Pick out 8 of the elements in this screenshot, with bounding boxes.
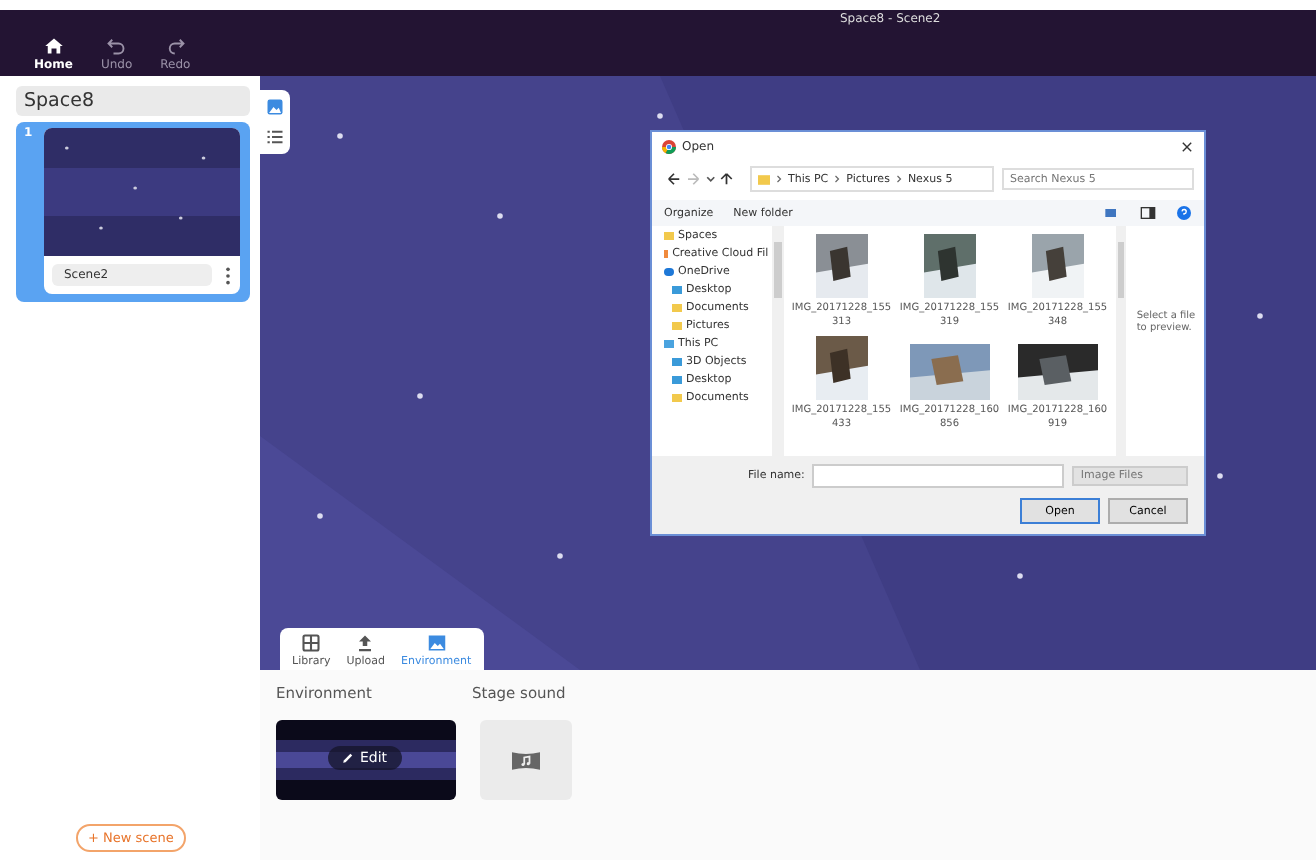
home-icon bbox=[43, 36, 64, 56]
more-icon[interactable] bbox=[224, 265, 232, 285]
stage-sound-button[interactable] bbox=[480, 720, 572, 800]
space-name-field[interactable]: Space8 bbox=[16, 86, 250, 116]
music-icon bbox=[512, 749, 540, 771]
redo-icon bbox=[165, 36, 186, 56]
pencil-icon bbox=[342, 752, 354, 764]
undo-icon bbox=[106, 36, 127, 56]
